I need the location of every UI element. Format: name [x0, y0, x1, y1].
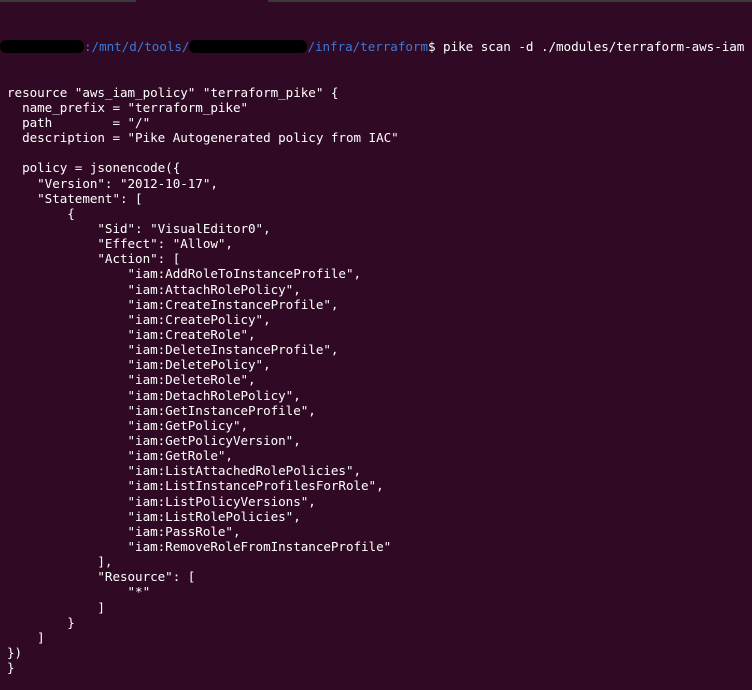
redacted-path-segment	[189, 40, 308, 54]
output-line: name_prefix = "terraform_pike"	[7, 99, 249, 115]
prompt-line: :/mnt/d/tools/ /infra/terraform$ pike sca…	[0, 39, 752, 55]
output-line: "iam:ListInstanceProfilesForRole",	[7, 478, 384, 494]
prompt-symbol: $	[427, 39, 436, 55]
output-line: }	[7, 614, 75, 630]
output-line: "iam:ListRolePolicies",	[7, 508, 301, 524]
output-line: path = "/"	[7, 115, 151, 131]
redacted-user-host	[0, 40, 84, 54]
output-line: })	[7, 644, 23, 660]
output-line: "iam:CreateRole",	[7, 327, 256, 343]
output-line: "iam:CreatePolicy",	[7, 311, 271, 327]
output-line: "iam:GetPolicyVersion",	[7, 433, 301, 448]
output-line: "iam:AddRoleToInstanceProfile",	[7, 266, 362, 282]
output-line: ]	[7, 599, 105, 615]
output-line: "iam:GetRole",	[7, 448, 234, 464]
output-line: "Action": [	[7, 251, 181, 267]
output-line: "iam:PassRole",	[7, 523, 241, 539]
output-line: "iam:DeleteInstanceProfile",	[7, 342, 339, 358]
output-line: "iam:ListPolicyVersions",	[7, 493, 316, 509]
window-top-edge-left	[0, 0, 136, 2]
output-line: "iam:GetPolicy",	[7, 417, 249, 433]
window-top-edge	[0, 0, 752, 3]
output-line: "*"	[7, 584, 151, 600]
output-line: "Resource": [	[7, 569, 196, 585]
output-line: }	[7, 660, 15, 676]
output-line: resource "aws_iam_policy" "terraform_pik…	[7, 84, 339, 100]
output-line: "iam:DeleteRole",	[7, 372, 256, 388]
terminal-output[interactable]: :/mnt/d/tools/ /infra/terraform$ pike sca…	[0, 9, 752, 690]
output-line: "iam:CreateInstanceProfile",	[7, 296, 339, 312]
output-line: ]	[7, 629, 45, 645]
output-line: "iam:AttachRolePolicy",	[7, 281, 301, 297]
output-line: "iam:DeletePolicy",	[7, 357, 271, 373]
output-line: "Sid": "VisualEditor0",	[7, 221, 271, 237]
output-line: description = "Pike Autogenerated policy…	[7, 130, 399, 146]
output-line: "iam:ListAttachedRolePolicies",	[7, 463, 362, 479]
window-top-edge-right	[268, 0, 752, 2]
output-line: "Statement": [	[7, 190, 143, 206]
output-line: "Effect": "Allow",	[7, 236, 233, 252]
prompt-path-prefix: :/mnt/d/tools/	[84, 39, 190, 55]
output-line: "iam:RemoveRoleFromInstanceProfile"	[7, 538, 392, 554]
command-output: resource "aws_iam_policy" "terraform_pik…	[7, 85, 752, 675]
output-line: policy = jsonencode({	[7, 160, 181, 176]
output-line: "Version": "2012-10-17",	[7, 175, 218, 191]
output-line: "iam:GetInstanceProfile",	[7, 402, 316, 418]
output-line: ],	[7, 554, 113, 570]
prompt-path-suffix: /infra/terraform	[307, 39, 428, 55]
prompt-command: pike scan -d ./modules/terraform-aws-iam	[435, 39, 745, 55]
output-line: "iam:DetachRolePolicy",	[7, 387, 301, 403]
output-line: {	[7, 205, 75, 221]
